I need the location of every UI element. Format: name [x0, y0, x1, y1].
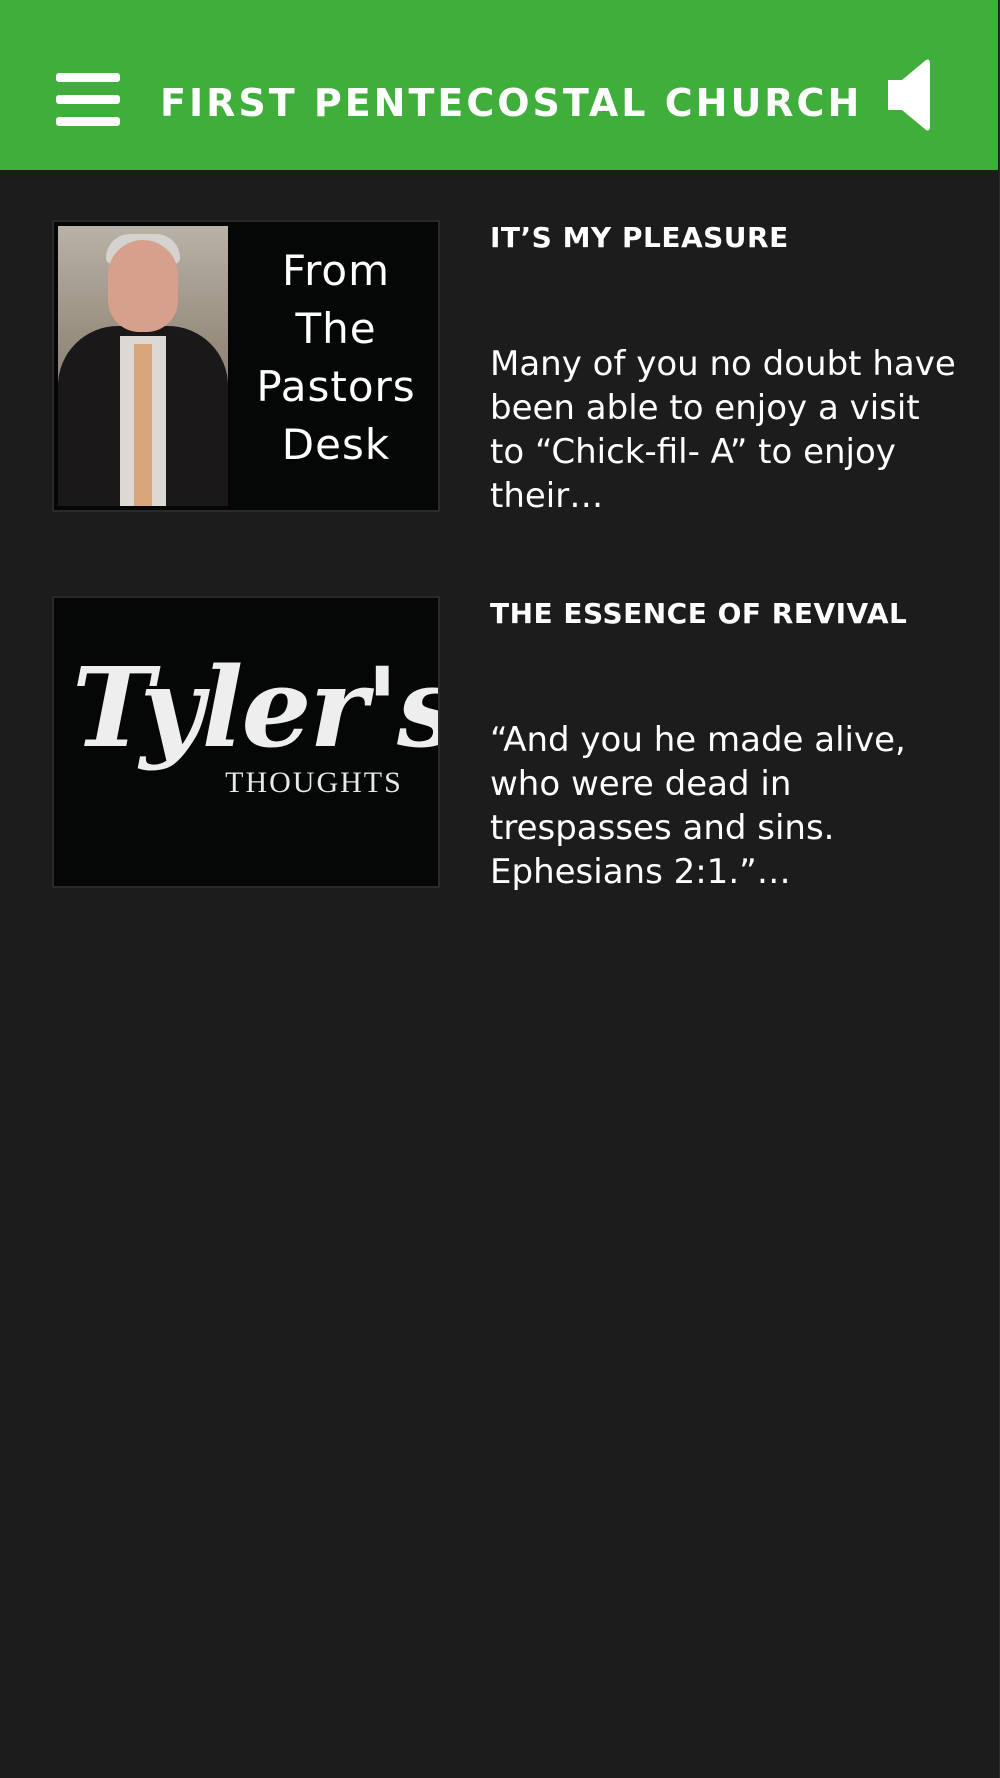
app-frame: FIRST PENTECOSTAL CHURCH From The Pastor…	[0, 0, 1000, 1778]
speaker-icon[interactable]	[886, 58, 936, 132]
hamburger-menu-icon[interactable]	[53, 68, 123, 130]
thumbnail-caps-text: THOUGHTS	[225, 766, 403, 799]
top-bar: FIRST PENTECOSTAL CHURCH	[0, 0, 998, 170]
post-thumbnail-pastors-desk[interactable]: From The Pastors Desk	[52, 220, 440, 512]
thumbnail-caption-line: From	[281, 246, 391, 295]
app-title: FIRST PENTECOSTAL CHURCH	[160, 81, 863, 125]
post-excerpt[interactable]: “And you he made alive, who were dead in…	[490, 718, 960, 894]
thumbnail-caption: From The Pastors Desk	[236, 242, 436, 474]
thumbnail-caption-line: The	[295, 304, 377, 353]
post-title[interactable]: IT’S MY PLEASURE	[490, 220, 960, 256]
post-excerpt[interactable]: Many of you no doubt have been able to e…	[490, 342, 960, 518]
post-thumbnail-tylers-thoughts[interactable]: Tyler's THOUGHTS	[52, 596, 440, 888]
pastor-photo	[58, 226, 228, 506]
post-title[interactable]: THE ESSENCE OF REVIVAL	[490, 596, 960, 632]
thumbnail-caption-line: Pastors	[256, 362, 416, 411]
thumbnail-caption-line: Desk	[281, 420, 391, 469]
